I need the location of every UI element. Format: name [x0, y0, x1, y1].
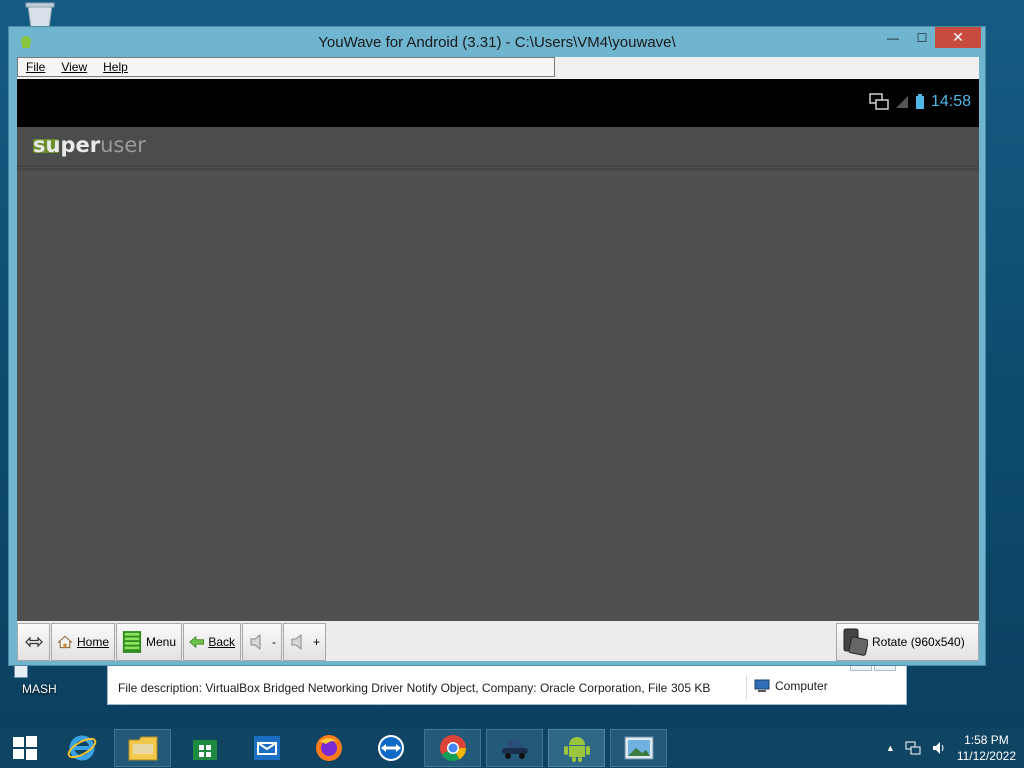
location-computer: Computer	[754, 679, 828, 693]
back-arrow-icon	[189, 635, 204, 649]
taskbar-photo-viewer[interactable]	[610, 729, 667, 767]
menu-file[interactable]: File	[18, 60, 53, 74]
clock[interactable]: 1:58 PM 11/12/2022	[957, 732, 1016, 764]
taskbar-internet-explorer[interactable]	[53, 729, 110, 767]
volume-down-button[interactable]: -	[242, 623, 282, 661]
computer-icon	[754, 679, 770, 692]
photo-viewer-icon	[624, 736, 653, 760]
recycle-bin-icon[interactable]	[22, 2, 58, 28]
back-label: Back	[208, 635, 235, 649]
system-tray: ▲ 1:58 PM 11/12/2022	[886, 732, 1016, 764]
android-status-bar[interactable]: 14:58	[17, 79, 979, 127]
taskbar-youwave[interactable]	[548, 729, 605, 767]
maximize-button[interactable]: ☐	[909, 27, 935, 48]
chrome-icon	[439, 735, 466, 762]
volume-up-label: +	[312, 635, 320, 649]
status-clock: 14:58	[930, 93, 971, 110]
clock-date: 11/12/2022	[956, 749, 1016, 763]
close-button[interactable]: ✕	[935, 27, 981, 48]
store-icon	[192, 740, 217, 760]
home-button[interactable]: Home	[51, 623, 115, 661]
volume-icon	[250, 633, 261, 651]
start-button[interactable]	[0, 729, 50, 767]
taskbar-firefox[interactable]	[300, 729, 357, 767]
taskbar-mail[interactable]	[238, 729, 295, 767]
rotate-device-icon	[843, 628, 868, 656]
firefox-icon	[315, 735, 342, 761]
taskbar-vehicle-app[interactable]	[486, 729, 543, 767]
taskbar-teamviewer[interactable]	[362, 729, 419, 767]
youwave-window: YouWave for Android (3.31) - C:\Users\VM…	[8, 26, 986, 666]
mail-icon	[253, 736, 280, 760]
menu-help-label: Help	[103, 60, 128, 74]
home-label: Home	[76, 635, 109, 649]
app-title-bold: super	[33, 133, 101, 157]
taskbar-file-explorer[interactable]	[114, 729, 171, 767]
network-tray-icon[interactable]	[905, 740, 921, 756]
internet-explorer-icon	[67, 735, 96, 761]
action-bar-shadow	[17, 168, 979, 172]
taskbar: ▲ 1:58 PM 11/12/2022	[0, 728, 1024, 768]
back-button[interactable]: Back	[183, 623, 241, 661]
menu-view-label: View	[61, 60, 88, 74]
rotate-label: Rotate (960x540)	[872, 635, 965, 649]
status-icons: 14:58	[869, 93, 971, 111]
app-title-light: user	[100, 133, 146, 157]
menu-file-label: File	[26, 60, 46, 74]
explorer-details-pane: File description: VirtualBox Bridged Net…	[107, 660, 907, 705]
title-bar[interactable]: YouWave for Android (3.31) - C:\Users\VM…	[9, 27, 985, 57]
rotate-button[interactable]: Rotate (960x540)	[836, 623, 979, 661]
android-action-bar: superuser	[17, 127, 979, 167]
menu-help[interactable]: Help	[95, 60, 136, 74]
app-title: superuser	[33, 133, 146, 157]
menu-bar: File View Help	[17, 57, 555, 77]
clock-time: 1:58 PM	[964, 733, 1009, 747]
file-size: 305 KB	[671, 681, 711, 695]
resize-arrows-icon	[24, 636, 43, 648]
battery-icon	[915, 94, 924, 109]
volume-down-label: -	[272, 635, 276, 649]
location-label: Computer	[775, 679, 828, 693]
window-title: YouWave for Android (3.31) - C:\Users\VM…	[318, 34, 676, 51]
volume-icon	[291, 633, 302, 651]
menu-icon	[122, 631, 142, 653]
file-description: File description: VirtualBox Bridged Net…	[118, 681, 668, 695]
home-icon	[57, 635, 73, 649]
android-icon	[563, 737, 590, 762]
taskbar-chrome[interactable]	[424, 729, 481, 767]
windows-start-icon	[13, 736, 37, 760]
signal-icon	[895, 96, 908, 108]
menu-view[interactable]: View	[53, 60, 95, 74]
taskbar-store[interactable]	[176, 729, 233, 767]
window-client: File View Help 14:58 superuser Home Menu…	[17, 57, 979, 661]
control-bar: Home Menu Back - + Rotate (960x540)	[17, 621, 979, 661]
volume-tray-icon[interactable]	[931, 740, 947, 756]
divider	[746, 675, 747, 699]
menu-label: Menu	[145, 635, 176, 649]
network-icon	[869, 93, 889, 110]
android-screen[interactable]: 14:58 superuser	[17, 79, 979, 621]
file-explorer-icon	[128, 736, 157, 761]
volume-up-button[interactable]: +	[283, 623, 326, 661]
resize-button[interactable]	[17, 623, 50, 661]
teamviewer-icon	[377, 735, 404, 761]
desktop-icon-label[interactable]: MASH	[22, 682, 57, 696]
menu-button[interactable]: Menu	[116, 623, 182, 661]
minimize-button[interactable]: —	[879, 27, 907, 48]
desktop-shortcut-icon[interactable]	[14, 664, 28, 678]
show-hidden-icons-icon[interactable]: ▲	[886, 743, 895, 753]
vehicle-app-icon	[501, 739, 528, 759]
